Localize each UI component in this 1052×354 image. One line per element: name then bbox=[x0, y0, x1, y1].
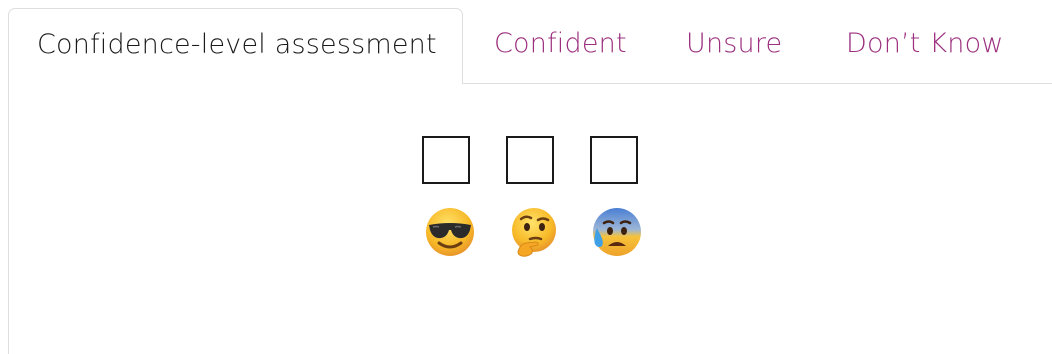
tab-confidence-level-assessment[interactable]: Confidence-level assessment bbox=[8, 8, 463, 84]
thinking-face-icon bbox=[512, 208, 556, 257]
smiling-face-with-sunglasses-icon bbox=[426, 208, 474, 256]
tab-label: Unsure bbox=[686, 28, 783, 59]
tab-confident[interactable]: Confident bbox=[494, 8, 627, 84]
confident-checkbox[interactable] bbox=[422, 136, 470, 184]
dont-know-checkbox[interactable] bbox=[590, 136, 638, 184]
tab-label: Don’t Know bbox=[846, 28, 1004, 59]
tab-label: Confidence-level assessment bbox=[37, 29, 437, 60]
unsure-checkbox[interactable] bbox=[506, 136, 554, 184]
anxious-face-with-sweat-icon bbox=[593, 208, 641, 256]
tab-unsure[interactable]: Unsure bbox=[686, 8, 782, 84]
tab-bar: Confidence-level assessment Confident Un… bbox=[0, 0, 1052, 84]
tab-label: Confident bbox=[494, 28, 627, 59]
tab-dont-know[interactable]: Don’t Know bbox=[846, 8, 1004, 84]
